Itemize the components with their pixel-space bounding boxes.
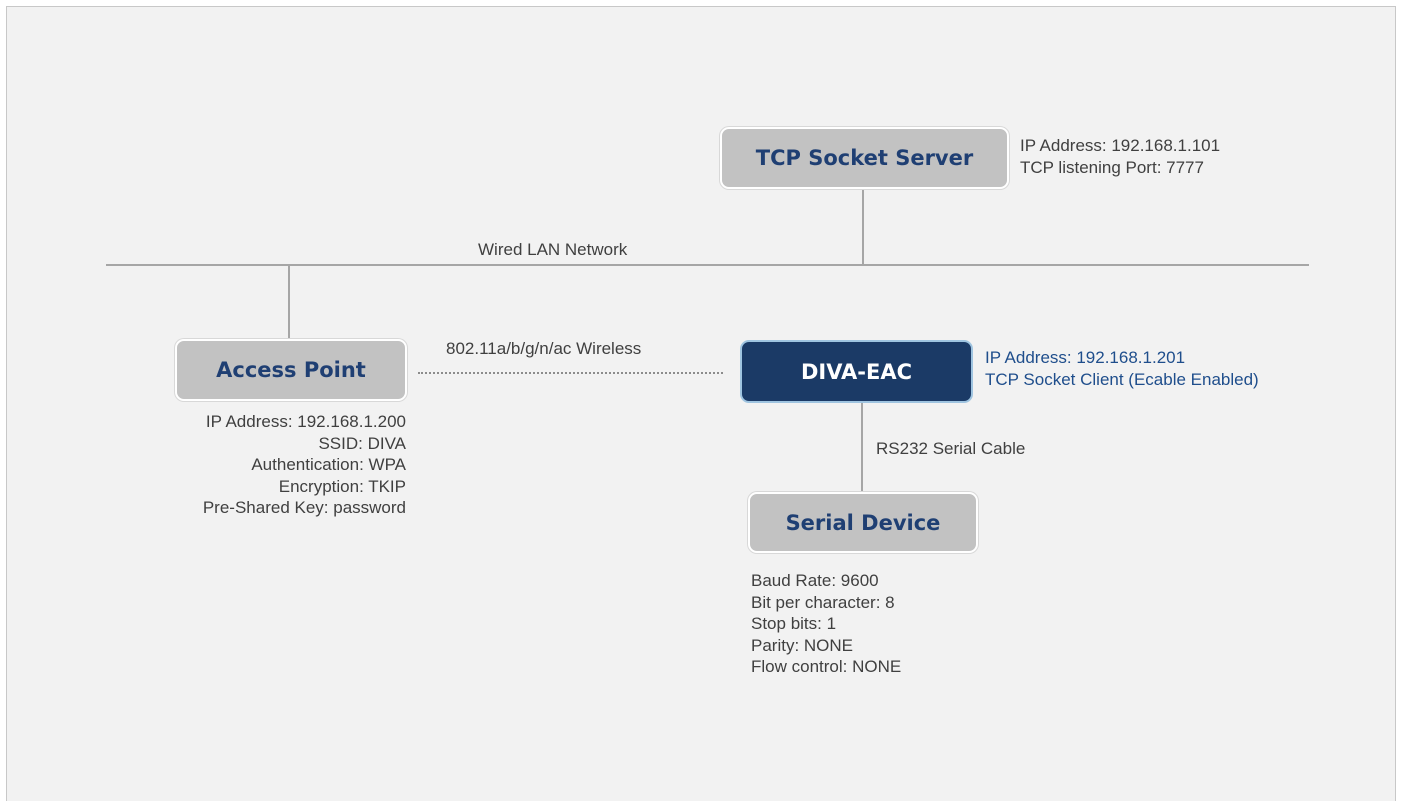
diva-eac-info: IP Address: 192.168.1.201 TCP Socket Cli… (985, 347, 1259, 390)
serial-device-info: Baud Rate: 9600 Bit per character: 8 Sto… (751, 570, 901, 678)
tcp-server-info: IP Address: 192.168.1.101 TCP listening … (1020, 135, 1220, 178)
wired-lan-label: Wired LAN Network (478, 240, 628, 259)
diva-eac-ip: IP Address: 192.168.1.201 (985, 348, 1186, 367)
diva-eac-mode: TCP Socket Client (Ecable Enabled) (985, 369, 1259, 389)
access-point-encryption: Encryption: TKIP (278, 476, 406, 496)
serial-bits-per-char: Bit per character: 8 (751, 592, 895, 612)
wireless-label: 802.11a/b/g/n/ac Wireless (446, 339, 642, 358)
wireless-link-line (418, 372, 723, 374)
access-point-info: IP Address: 192.168.1.200 SSID: DIVA Aut… (140, 411, 406, 519)
serial-parity: Parity: NONE (751, 635, 854, 655)
server-drop-line (862, 187, 864, 265)
serial-stop-bits: Stop bits: 1 (751, 614, 837, 634)
access-point-drop-line (288, 265, 290, 341)
access-point-node: Access Point (175, 339, 407, 401)
access-point-ssid: SSID: DIVA (318, 433, 406, 453)
access-point-auth: Authentication: WPA (251, 455, 406, 475)
diva-eac-node: DIVA-EAC (740, 340, 973, 403)
serial-device-node: Serial Device (748, 492, 978, 553)
wired-lan-line (106, 264, 1309, 266)
diagram-canvas (6, 6, 1396, 801)
serial-baud-rate: Baud Rate: 9600 (751, 571, 879, 590)
serial-cable-label: RS232 Serial Cable (876, 439, 1026, 458)
serial-cable-line (861, 403, 863, 493)
tcp-server-port: TCP listening Port: 7777 (1020, 157, 1204, 177)
serial-flow-control: Flow control: NONE (751, 657, 902, 677)
access-point-psk: Pre-Shared Key: password (202, 498, 406, 518)
tcp-server-ip: IP Address: 192.168.1.101 (1020, 136, 1221, 155)
tcp-socket-server-node: TCP Socket Server (720, 127, 1009, 189)
access-point-ip: IP Address: 192.168.1.200 (205, 412, 406, 431)
